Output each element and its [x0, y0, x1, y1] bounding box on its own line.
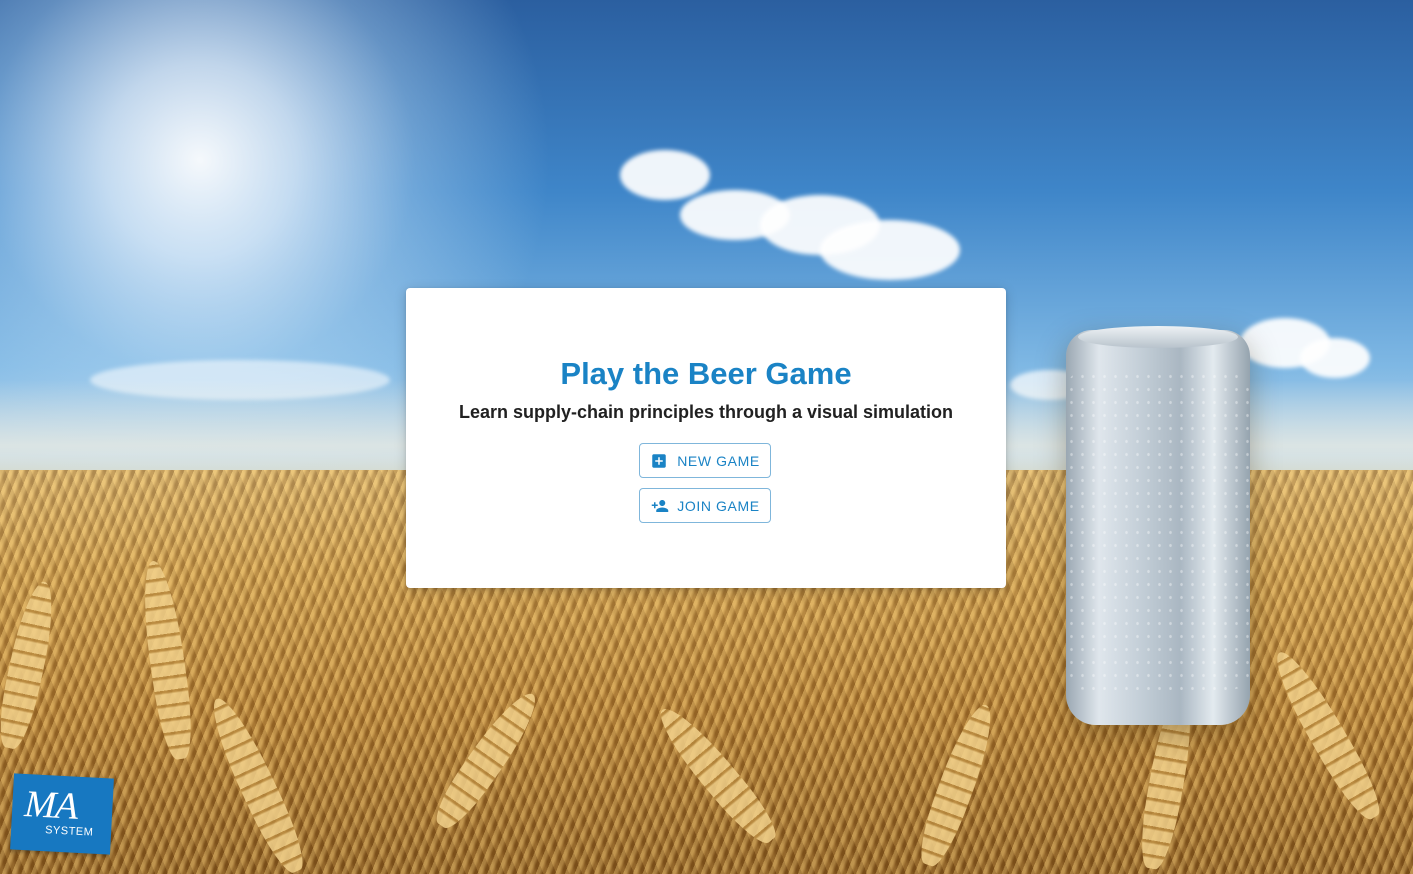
page-subtitle: Learn supply-chain principles through a … — [458, 402, 954, 422]
logo-sub-text: SYSTEM — [44, 824, 94, 839]
ma-system-logo[interactable]: MA SYSTEM — [10, 773, 114, 855]
can-condensation — [1066, 370, 1250, 690]
can-lid — [1078, 326, 1238, 348]
logo-main-text: MA — [23, 783, 79, 828]
cloud — [620, 150, 710, 200]
welcome-card: Play the Beer Game Learn supply-chain pr… — [406, 288, 1006, 588]
join-game-button[interactable]: JOIN GAME — [639, 488, 771, 523]
person-add-icon — [650, 497, 669, 515]
new-game-label: NEW GAME — [677, 452, 760, 469]
join-game-label: JOIN GAME — [677, 497, 760, 514]
new-game-button[interactable]: NEW GAME — [639, 443, 771, 478]
page-title: Play the Beer Game — [560, 356, 852, 391]
beer-can-graphic — [1066, 326, 1250, 725]
background-scene: Play the Beer Game Learn supply-chain pr… — [0, 0, 1413, 874]
add-box-icon — [650, 452, 668, 470]
cloud — [820, 220, 960, 280]
cloud — [1300, 338, 1370, 378]
